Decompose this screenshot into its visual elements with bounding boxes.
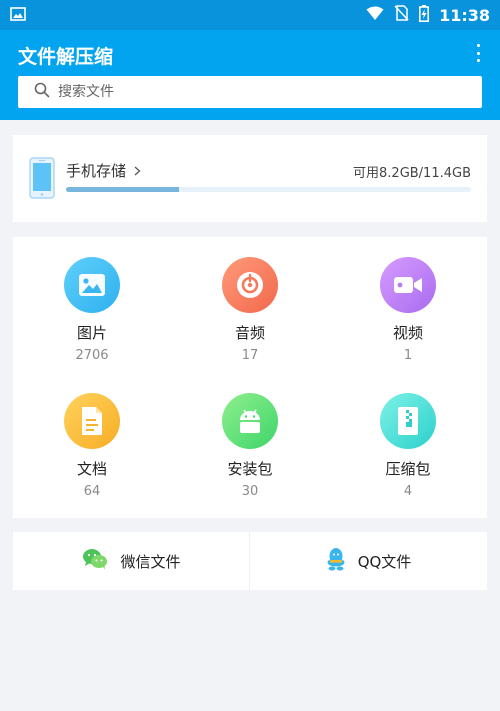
category-name: 压缩包 — [385, 460, 431, 478]
category-count: 17 — [241, 348, 259, 363]
social-files-card: 微信文件 QQ文件 — [13, 532, 487, 590]
category-name: 安装包 — [227, 460, 273, 478]
storage-label: 手机存储 — [66, 162, 127, 180]
clock: 11:38 — [439, 5, 490, 25]
chevron-right-icon — [134, 162, 141, 180]
category-count: 64 — [83, 484, 101, 499]
category-name: 视频 — [392, 324, 423, 342]
storage-card[interactable]: 手机存储 可用8.2GB/11.4GB — [13, 135, 487, 222]
category-name: 文档 — [76, 460, 107, 478]
document-icon — [64, 393, 120, 449]
category-name: 图片 — [76, 324, 107, 342]
music-disc-icon — [222, 257, 278, 313]
search-input[interactable] — [58, 84, 458, 100]
category-name: 音频 — [234, 324, 265, 342]
category-archives[interactable]: 压缩包 4 — [329, 373, 487, 503]
category-documents[interactable]: 文档 64 — [13, 373, 171, 503]
category-count: 1 — [403, 348, 413, 363]
qq-files-label: QQ文件 — [357, 552, 412, 571]
search-icon — [34, 82, 58, 102]
qq-files-button[interactable]: QQ文件 — [250, 532, 487, 590]
image-icon — [64, 257, 120, 313]
image-icon — [10, 6, 26, 25]
category-count: 30 — [241, 484, 259, 499]
phone-icon — [29, 157, 55, 203]
storage-progress-bar — [66, 187, 471, 192]
wifi-icon — [366, 6, 384, 25]
more-vert-icon[interactable] — [470, 42, 486, 64]
category-images[interactable]: 图片 2706 — [13, 237, 171, 367]
no-sim-icon — [394, 5, 409, 25]
app-title: 文件解压缩 — [18, 46, 114, 68]
storage-progress-fill — [66, 187, 180, 192]
storage-usage: 可用8.2GB/11.4GB — [353, 166, 471, 181]
wechat-files-label: 微信文件 — [120, 552, 181, 571]
category-grid: 图片 2706 音频 17 视频 1 文档 64 安装包 30 压缩包 4 — [13, 237, 487, 518]
qq-icon — [326, 547, 346, 575]
battery-charging-icon — [419, 4, 430, 26]
android-icon — [222, 393, 278, 449]
category-apk[interactable]: 安装包 30 — [171, 373, 329, 503]
wechat-icon — [82, 548, 108, 574]
category-audio[interactable]: 音频 17 — [171, 237, 329, 367]
video-camera-icon — [380, 257, 436, 313]
archive-icon — [380, 393, 436, 449]
storage-title: 手机存储 — [66, 160, 141, 181]
status-bar: 11:38 — [0, 0, 500, 30]
search-bar[interactable] — [18, 76, 482, 108]
category-count: 2706 — [75, 348, 109, 363]
wechat-files-button[interactable]: 微信文件 — [13, 532, 250, 590]
app-bar: 文件解压缩 — [0, 30, 500, 120]
category-count: 4 — [403, 484, 413, 499]
category-video[interactable]: 视频 1 — [329, 237, 487, 367]
